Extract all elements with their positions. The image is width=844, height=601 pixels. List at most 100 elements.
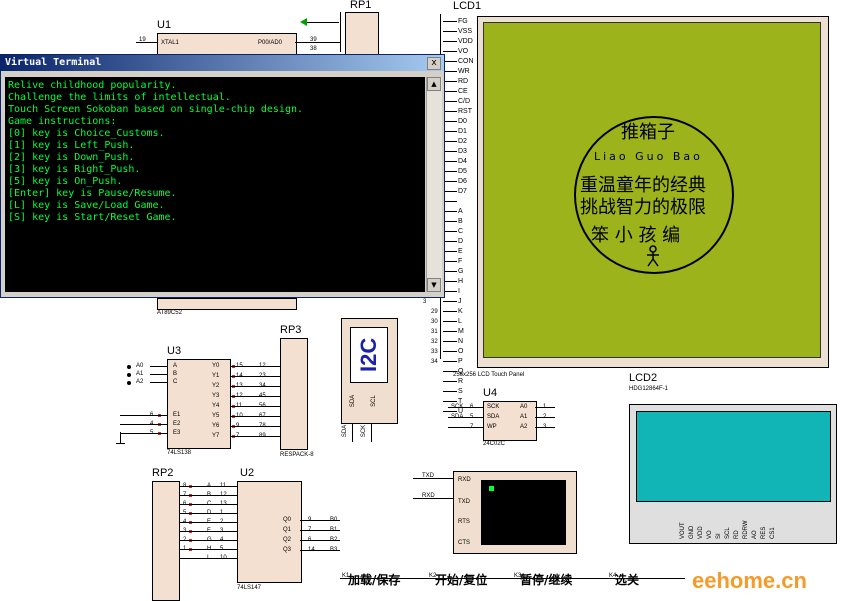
lcd2-pin-label: RD (734, 530, 740, 539)
rp1-chip[interactable] (345, 12, 379, 56)
pin-wire (443, 211, 457, 212)
close-button[interactable]: x (427, 57, 441, 70)
terminal-titlebar[interactable]: Virtual Terminal x (1, 55, 444, 71)
key-button[interactable]: 加载/保存 (348, 571, 400, 588)
u3-output-pins: Y01512Y11423Y21334Y31245Y41156Y51067Y697… (205, 360, 280, 450)
key-button[interactable]: 选关 (615, 571, 639, 588)
u2-output-label: B3 (330, 547, 338, 553)
pin-wire (443, 21, 457, 22)
u3-output-name: Y0 (212, 363, 220, 369)
rp3-pin: 45 (259, 393, 266, 399)
virtual-terminal-window[interactable]: Virtual Terminal x Relive childhood popu… (0, 54, 445, 298)
u2-input-name: I (207, 555, 209, 561)
u3-enable-name: E3 (173, 430, 181, 436)
u3-input-name: B (173, 371, 178, 377)
lcd1-pin-label: FG (458, 18, 468, 25)
u2-output-name: Q3 (283, 547, 292, 553)
terminal-line: [L] key is Save/Load Game. (8, 200, 165, 211)
lcd2-pins: VOUT GND VDD VO SI SCL RD RDRW AO RES CS1 (680, 515, 790, 555)
scroll-down-icon[interactable]: ▼ (427, 278, 441, 292)
u3-net-label: A1 (136, 371, 144, 377)
lcd1-touch-screen[interactable]: 推箱子 Liao Guo Bao 重温童年的经典 挑战智力的极限 笨 小 孩 编 (483, 22, 821, 358)
lcd1-pin-label: C/D (458, 98, 471, 105)
pin-wire (535, 417, 555, 418)
terminal-screen[interactable]: Relive childhood popularity. Challenge th… (5, 77, 425, 292)
pin-wire (150, 382, 167, 383)
pin-wire (443, 391, 457, 392)
rp2-chip[interactable] (152, 481, 180, 601)
terminal-line: [3] key is Right_Push. (8, 164, 141, 175)
lcd1-pin-label: VO (458, 48, 469, 55)
pin-wire (443, 161, 457, 162)
lcd2-pin-label: CS1 (770, 527, 776, 539)
lcd1-pin-label: VDD (458, 38, 473, 45)
u4-addr-name: A1 (520, 414, 528, 420)
u4-addr-name: A2 (520, 424, 528, 430)
cursor-icon (489, 486, 494, 491)
u3-enable-name: E2 (173, 421, 181, 427)
key-button[interactable]: 暂停/继续 (520, 571, 572, 588)
u3-output-name: Y4 (212, 403, 220, 409)
lcd1-pin-label: M (458, 328, 464, 335)
pin-wire (443, 141, 457, 142)
u2-output-name: Q2 (283, 537, 292, 543)
terminal-scrollbar[interactable]: ▲ ▼ (426, 77, 442, 292)
lcd2-ref: LCD2 (629, 372, 658, 384)
lcd1-pin-label: K (458, 308, 463, 315)
key-button[interactable]: 开始/复位 (435, 571, 487, 588)
lcd2-pin-label: RES (761, 526, 767, 539)
pin-wire (120, 415, 167, 416)
rp1-ref: RP1 (350, 0, 372, 11)
u3-output-name: Y1 (212, 373, 220, 379)
lcd2-screen (636, 411, 831, 502)
pin-wire (443, 381, 457, 382)
pin-wire (443, 121, 457, 122)
lcd-subtitle: Liao Guo Bao (594, 150, 703, 163)
lcd1-pin-label: E (458, 248, 463, 255)
i2c-label: I2C (356, 337, 381, 373)
lcd1-pin-label: C (458, 228, 464, 235)
pin-wire (443, 361, 457, 362)
lcd1-pin-label: D3 (458, 148, 467, 155)
pin-wire (230, 406, 280, 407)
pin-wire (443, 221, 457, 222)
u3-output-name: Y5 (212, 413, 220, 419)
junction-dot (127, 373, 131, 377)
lcd-author: 笨 小 孩 编 (591, 225, 681, 246)
lcd1-pin-label: D2 (458, 138, 467, 145)
lcd1-pin-label: A (458, 208, 463, 215)
lcd1-pin-label: O (458, 348, 464, 355)
lcd1-pin-label: D1 (458, 128, 467, 135)
scroll-up-icon[interactable]: ▲ (427, 77, 441, 91)
pin-wire (230, 396, 280, 397)
u2-output-name: Q0 (283, 517, 292, 523)
u3-net-label: A2 (136, 379, 144, 385)
pin-wire (443, 201, 457, 202)
pin-wire (443, 261, 457, 262)
terminal-line: [2] key is Down_Push. (8, 152, 135, 163)
u1-part: AT89C52 (157, 310, 182, 316)
pin-wire (443, 51, 457, 52)
u1-ref: U1 (157, 19, 172, 31)
u4-addr-name: A0 (520, 404, 528, 410)
lcd1-pin-label: I (458, 288, 460, 295)
rp3-chip[interactable] (280, 338, 308, 450)
rp3-ref: RP3 (280, 324, 302, 336)
pin-wire (443, 31, 457, 32)
u4-ref: U4 (483, 387, 498, 399)
pin-wire (443, 191, 457, 192)
terminal-line: Game instructions: (8, 116, 117, 127)
lcd2-pin-label: VO (707, 530, 713, 539)
scope-pin-rxd: RXD (458, 477, 471, 483)
u1-chip-lower[interactable] (157, 298, 297, 310)
pin-wire (443, 241, 457, 242)
i2c-net-sda: SDA (342, 424, 349, 438)
lcd2-pin-label: SCL (725, 527, 731, 539)
u2-input-name: A (207, 483, 212, 489)
watermark: eehome.cn (692, 568, 807, 593)
pin-wire (230, 376, 280, 377)
lcd1-pin-label: H (458, 278, 464, 285)
lcd2-pin-label: VOUT (680, 522, 686, 539)
junction-dot (127, 381, 131, 385)
u2-part: 74LS147 (237, 585, 262, 591)
